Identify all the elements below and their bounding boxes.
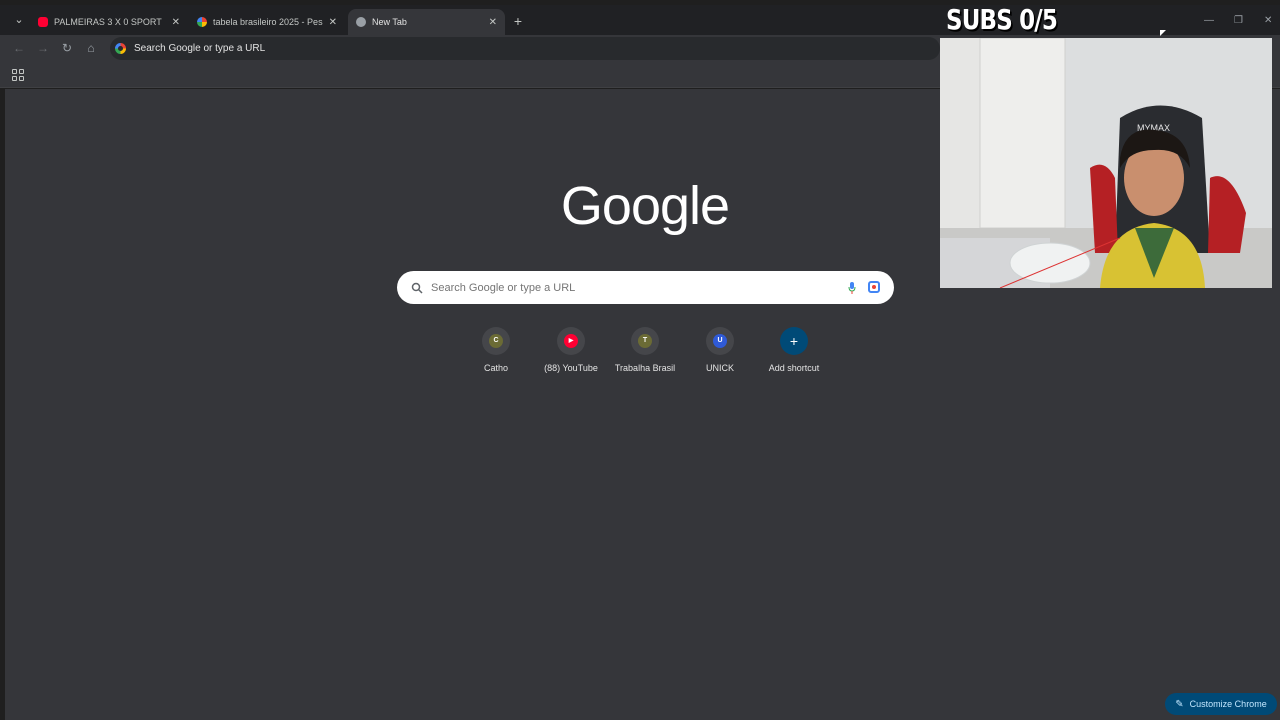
tab-title: tabela brasileiro 2025 - Pesquis — [213, 17, 323, 27]
plus-icon: + — [789, 333, 799, 349]
add-shortcut-button[interactable]: + Add shortcut — [759, 327, 829, 373]
google-icon — [197, 17, 207, 27]
shortcut-label: (88) YouTube — [544, 363, 598, 373]
youtube-icon — [38, 17, 48, 27]
shortcut-label: Catho — [483, 363, 509, 373]
home-icon[interactable]: ⌂ — [84, 41, 98, 55]
window-close-icon[interactable]: ✕ — [1264, 15, 1272, 26]
shortcut-unick[interactable]: U UNICK — [685, 327, 755, 373]
microphone-icon[interactable] — [848, 281, 856, 294]
shortcut-tile: U — [706, 327, 734, 355]
chrome-icon — [356, 17, 366, 27]
new-tab-button[interactable]: + — [510, 13, 526, 29]
back-arrow-icon[interactable]: ← — [12, 41, 26, 55]
pencil-icon: ✎ — [1175, 698, 1184, 710]
subs-counter-overlay: SUBS 0/5 — [946, 3, 1058, 36]
apps-grid-icon[interactable] — [12, 69, 24, 81]
customize-chrome-button[interactable]: ✎ Customize Chrome — [1165, 693, 1277, 715]
address-bar[interactable]: Search Google or type a URL — [110, 37, 940, 60]
google-logo: Google — [560, 176, 730, 236]
shortcut-label: UNICK — [705, 363, 734, 373]
tab-strip: ⌄ PALMEIRAS 3 X 0 SPORT | MELH ✕ tabela … — [0, 5, 1280, 35]
tab-new-tab[interactable]: New Tab ✕ — [348, 9, 505, 35]
tab-title: New Tab — [372, 17, 407, 27]
shortcut-tile: T — [631, 327, 659, 355]
trabalha-brasil-icon: T — [638, 334, 652, 348]
forward-arrow-icon[interactable]: → — [36, 41, 50, 55]
youtube-icon: ▶ — [564, 334, 578, 348]
search-input[interactable] — [431, 281, 811, 294]
webcam-overlay: MYMAX — [940, 38, 1272, 288]
tab-palmeiras[interactable]: PALMEIRAS 3 X 0 SPORT | MELH ✕ — [30, 9, 188, 35]
tab-search-chevron-icon[interactable]: ⌄ — [10, 11, 28, 29]
search-box[interactable] — [397, 271, 894, 304]
mouse-cursor-icon — [1160, 30, 1166, 36]
customize-chrome-label: Customize Chrome — [1189, 699, 1267, 709]
reload-icon[interactable]: ↻ — [60, 41, 74, 55]
close-icon[interactable]: ✕ — [166, 17, 180, 28]
maximize-icon[interactable]: ❐ — [1234, 15, 1243, 26]
google-icon — [115, 43, 126, 54]
tab-tabela-brasileiro[interactable]: tabela brasileiro 2025 - Pesquis ✕ — [189, 9, 345, 35]
catho-icon: C — [489, 334, 503, 348]
shortcut-trabalha-brasil[interactable]: T Trabalha Brasil — [610, 327, 680, 373]
unick-icon: U — [713, 334, 727, 348]
google-lens-icon[interactable] — [868, 281, 880, 293]
shortcut-tile: ▶ — [557, 327, 585, 355]
close-icon[interactable]: ✕ — [323, 17, 337, 28]
address-bar-text: Search Google or type a URL — [134, 43, 266, 54]
search-icon — [411, 282, 423, 294]
shortcut-catho[interactable]: C Catho — [461, 327, 531, 373]
shortcut-tile: C — [482, 327, 510, 355]
minimize-icon[interactable]: — — [1204, 15, 1214, 26]
shortcut-label: Trabalha Brasil — [614, 363, 676, 373]
shortcut-tile: + — [780, 327, 808, 355]
tab-title: PALMEIRAS 3 X 0 SPORT | MELH — [54, 17, 164, 27]
shortcut-label: Add shortcut — [768, 363, 820, 373]
close-icon[interactable]: ✕ — [483, 17, 497, 28]
shortcut-youtube[interactable]: ▶ (88) YouTube — [536, 327, 606, 373]
browser-window: ⌄ PALMEIRAS 3 X 0 SPORT | MELH ✕ tabela … — [0, 0, 1280, 720]
